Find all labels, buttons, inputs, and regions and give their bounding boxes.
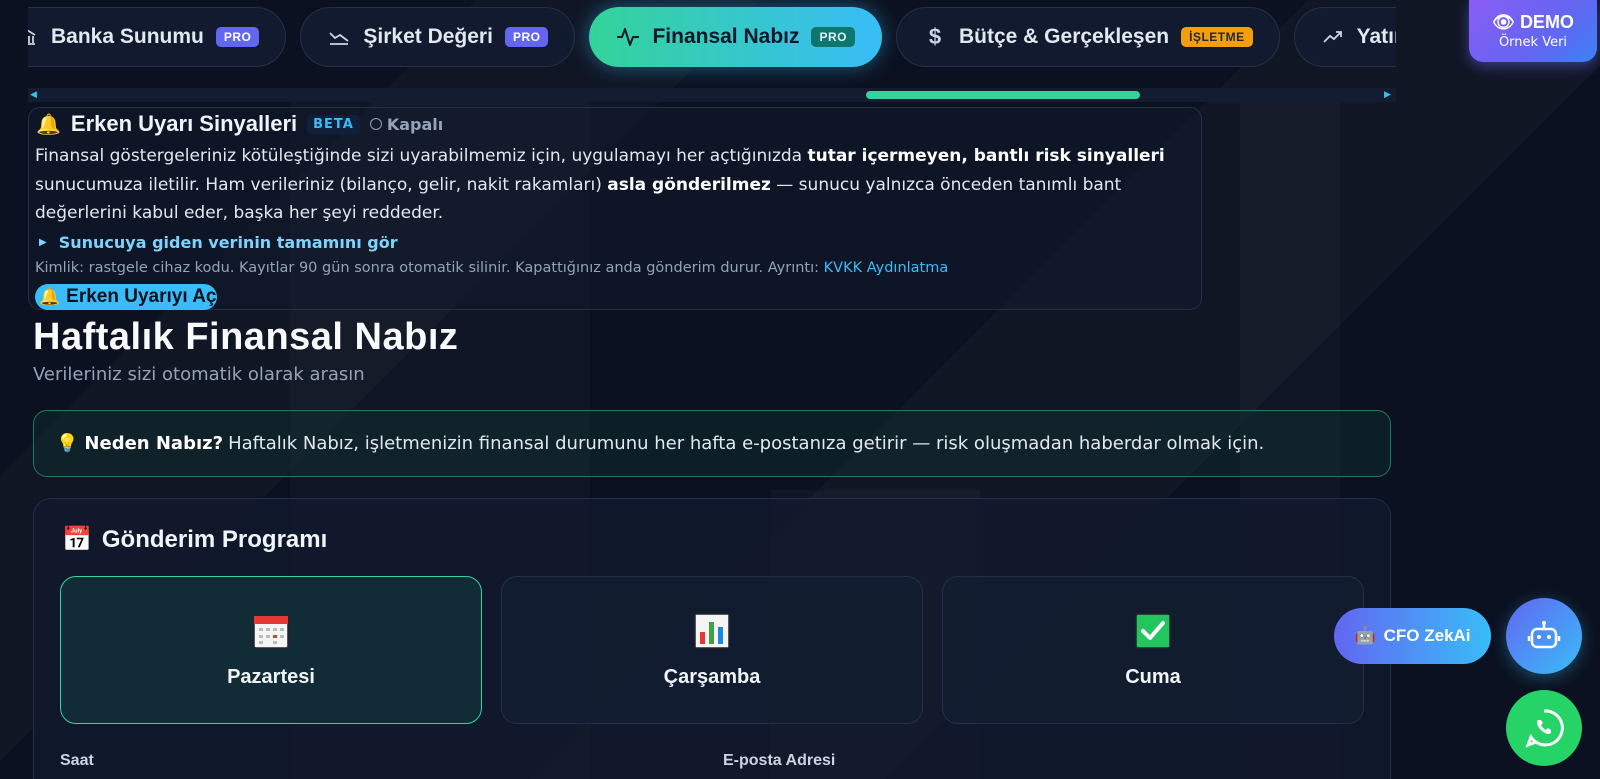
beta-badge: BETA [307,114,360,134]
module-tab-bar: Banka Sunumu PRO Şirket Değeri PRO Finan… [28,0,1396,86]
check-mark-icon [1135,612,1171,649]
kvkk-link[interactable]: KVKK Aydınlatma [824,260,949,276]
whatsapp-button[interactable] [1506,690,1582,766]
early-warning-card: 🔔 Erken Uyarı Sinyalleri BETA Kapalı Fin… [28,107,1202,310]
lightbulb-icon: 💡 [56,433,79,454]
day-label: Cuma [1125,665,1181,688]
early-warning-description: Finansal göstergeleriniz kötüleştiğinde … [35,142,1195,228]
pro-badge: PRO [215,27,260,47]
tab-company-value[interactable]: Şirket Değeri PRO [300,7,576,67]
tab-investment[interactable]: Yatırım A [1293,7,1396,67]
description-text: Finansal göstergeleriniz kötüleştiğinde … [35,146,808,166]
button-label: Erken Uyarıyı Aç [66,286,217,307]
day-label: Pazartesi [227,665,315,688]
tab-scrollbar[interactable]: ◀ ▶ [28,88,1396,102]
chart-line-icon [327,25,351,49]
pro-badge: PRO [811,27,855,47]
disclosure-triangle-icon: ▶ [39,237,47,248]
data-details-toggle[interactable]: ▶ Sunucuya giden verinin tamamını gör [39,233,398,252]
business-badge: İŞLETME [1181,27,1253,47]
eye-icon: 👁 [1492,12,1515,32]
email-field-label: E-posta Adresi [723,752,836,769]
time-field-label: Saat [60,752,94,769]
tab-label: Bütçe & Gerçekleşen [959,25,1170,48]
scroll-right-icon[interactable]: ▶ [1384,89,1394,101]
bar-chart-icon [694,612,730,649]
day-option-friday[interactable]: Cuma [942,576,1364,724]
early-warning-title: Erken Uyarı Sinyalleri [70,111,298,136]
why-label: Neden Nabız? [84,433,224,454]
demo-subtitle: Örnek Veri [1498,35,1568,50]
why-text: Haftalık Nabız, işletmenizin finansal du… [228,433,1265,454]
demo-title: DEMO [1519,12,1574,32]
tab-label: Finansal Nabız [652,25,800,48]
status-indicator: Kapalı [369,114,444,134]
pro-badge: PRO [504,27,549,47]
page-title: Haftalık Finansal Nabız [33,316,459,358]
tab-budget-actual[interactable]: $ Bütçe & Gerçekleşen İŞLETME [896,7,1280,67]
cfo-label: CFO ZekAi [1383,626,1471,645]
details-link-text: Sunucuya giden verinin tamamını gör [58,233,398,252]
scroll-left-icon[interactable]: ◀ [30,89,40,101]
description-bold: tutar içermeyen, bantlı risk sinyalleri [807,146,1165,166]
calendar-icon: 📅 [62,526,92,553]
robot-icon [1527,621,1561,649]
status-ring-icon [369,118,382,130]
privacy-footnote: Kimlik: rastgele cihaz kodu. Kayıtlar 90… [35,260,948,276]
bank-icon [28,25,39,49]
bell-icon: 🔔 [36,112,61,136]
tab-label: Şirket Değeri [363,25,493,48]
bell-icon: 🔔 [39,287,61,306]
status-text: Kapalı [386,114,444,134]
trend-up-icon [1321,25,1345,49]
robot-face-icon: 🤖 [1354,626,1376,645]
cfo-zekai-button[interactable]: 🤖 CFO ZekAi [1334,608,1491,664]
whatsapp-icon [1525,709,1564,748]
day-label: Çarşamba [663,665,761,688]
tab-bank-presentation[interactable]: Banka Sunumu PRO [28,7,287,67]
pulse-icon [616,25,640,49]
demo-mode-button[interactable]: 👁 DEMO Örnek Veri [1469,0,1597,62]
description-text: sunucumuza iletilir. Ham verileriniz (bi… [35,174,608,195]
tab-label: Yatırım A [1356,25,1396,48]
footnote-text: Kimlik: rastgele cihaz kodu. Kayıtlar 90… [35,260,824,276]
ai-assistant-button[interactable] [1506,598,1582,674]
schedule-title: Gönderim Programı [101,525,328,553]
why-pulse-info: 💡 Neden Nabız? Haftalık Nabız, işletmeni… [33,410,1391,477]
tab-financial-pulse[interactable]: Finansal Nabız PRO [589,7,882,67]
schedule-card: 📅 Gönderim Programı Pazartesi Çarşamba C… [33,498,1391,779]
tab-label: Banka Sunumu [51,25,204,48]
day-option-monday[interactable]: Pazartesi [60,576,482,724]
page-subtitle: Verileriniz sizi otomatik olarak arasın [33,364,365,385]
description-bold: asla gönderilmez [607,174,771,195]
calendar-icon [253,614,289,649]
day-option-wednesday[interactable]: Çarşamba [501,576,923,724]
enable-early-warning-button[interactable]: 🔔 Erken Uyarıyı Aç [35,284,217,310]
scrollbar-thumb[interactable] [866,91,1140,99]
dollar-icon: $ [928,24,942,49]
